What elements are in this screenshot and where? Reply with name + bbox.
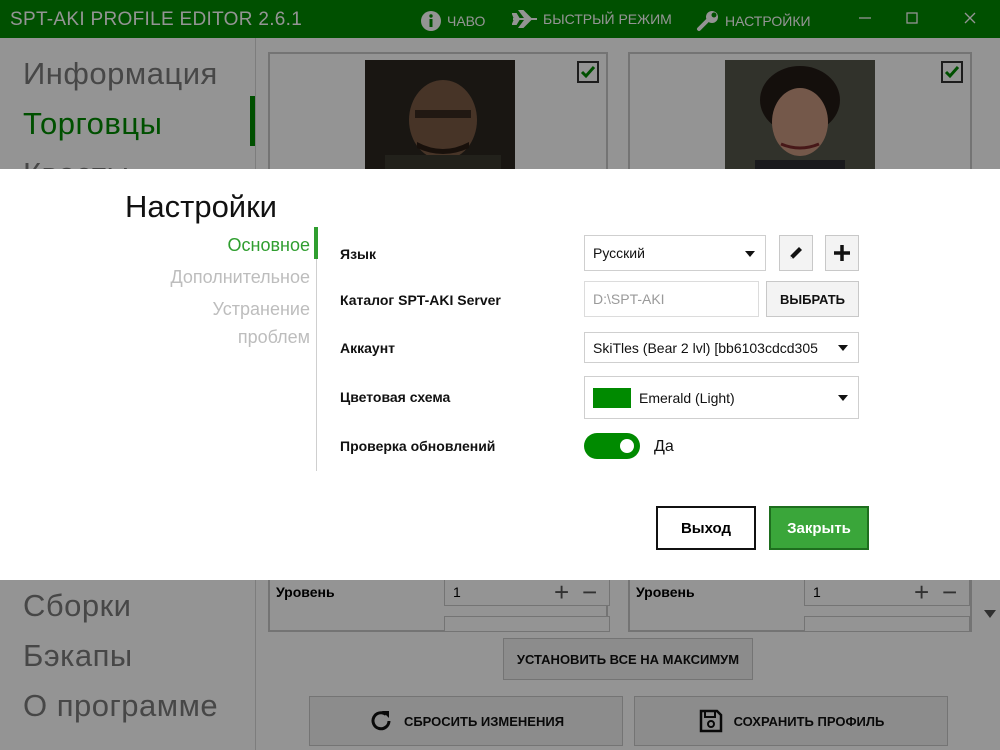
tab-general[interactable]: Основное <box>228 231 310 259</box>
tabs-divider <box>316 227 317 471</box>
server-dir-label: Каталог SPT-AKI Server <box>340 292 501 308</box>
updates-label: Проверка обновлений <box>340 438 496 454</box>
chevron-down-icon <box>838 395 848 401</box>
server-dir-input[interactable]: D:\SPT-AKI <box>584 281 759 317</box>
browse-button[interactable]: ВЫБРАТЬ <box>766 281 859 317</box>
color-scheme-label: Цветовая схема <box>340 389 451 405</box>
dialog-title: Настройки <box>125 189 278 224</box>
language-select[interactable]: Русский <box>584 235 766 271</box>
add-language-button[interactable] <box>825 235 859 271</box>
color-swatch <box>593 387 631 408</box>
account-label: Аккаунт <box>340 340 396 356</box>
tab-advanced[interactable]: Дополнительное <box>170 263 310 291</box>
plus-icon <box>834 245 850 261</box>
chevron-down-icon <box>745 251 755 257</box>
tab-troubleshooting[interactable]: Устранение проблем <box>160 295 310 351</box>
language-value: Русский <box>593 245 645 261</box>
edit-language-button[interactable] <box>779 235 813 271</box>
updates-state: Да <box>654 438 674 455</box>
toggle-knob <box>620 439 634 453</box>
server-dir-placeholder: D:\SPT-AKI <box>593 291 665 307</box>
close-label: Закрыть <box>787 519 851 537</box>
pencil-icon <box>790 247 802 259</box>
chevron-down-icon <box>838 345 848 351</box>
color-scheme-select[interactable]: Emerald (Light) <box>584 376 859 419</box>
updates-toggle[interactable] <box>584 433 640 459</box>
exit-button[interactable]: Выход <box>656 506 756 550</box>
color-scheme-value: Emerald (Light) <box>639 389 735 406</box>
language-label: Язык <box>340 246 376 262</box>
exit-label: Выход <box>680 519 732 537</box>
settings-dialog: Настройки Основное Дополнительное Устран… <box>0 169 1000 580</box>
active-tab-indicator <box>314 227 318 259</box>
browse-label: ВЫБРАТЬ <box>779 291 845 307</box>
close-button[interactable]: Закрыть <box>769 506 869 550</box>
account-value: SkiTles (Bear 2 lvl) [bb6103cdcd305 <box>593 339 818 356</box>
account-select[interactable]: SkiTles (Bear 2 lvl) [bb6103cdcd305 <box>584 332 859 363</box>
